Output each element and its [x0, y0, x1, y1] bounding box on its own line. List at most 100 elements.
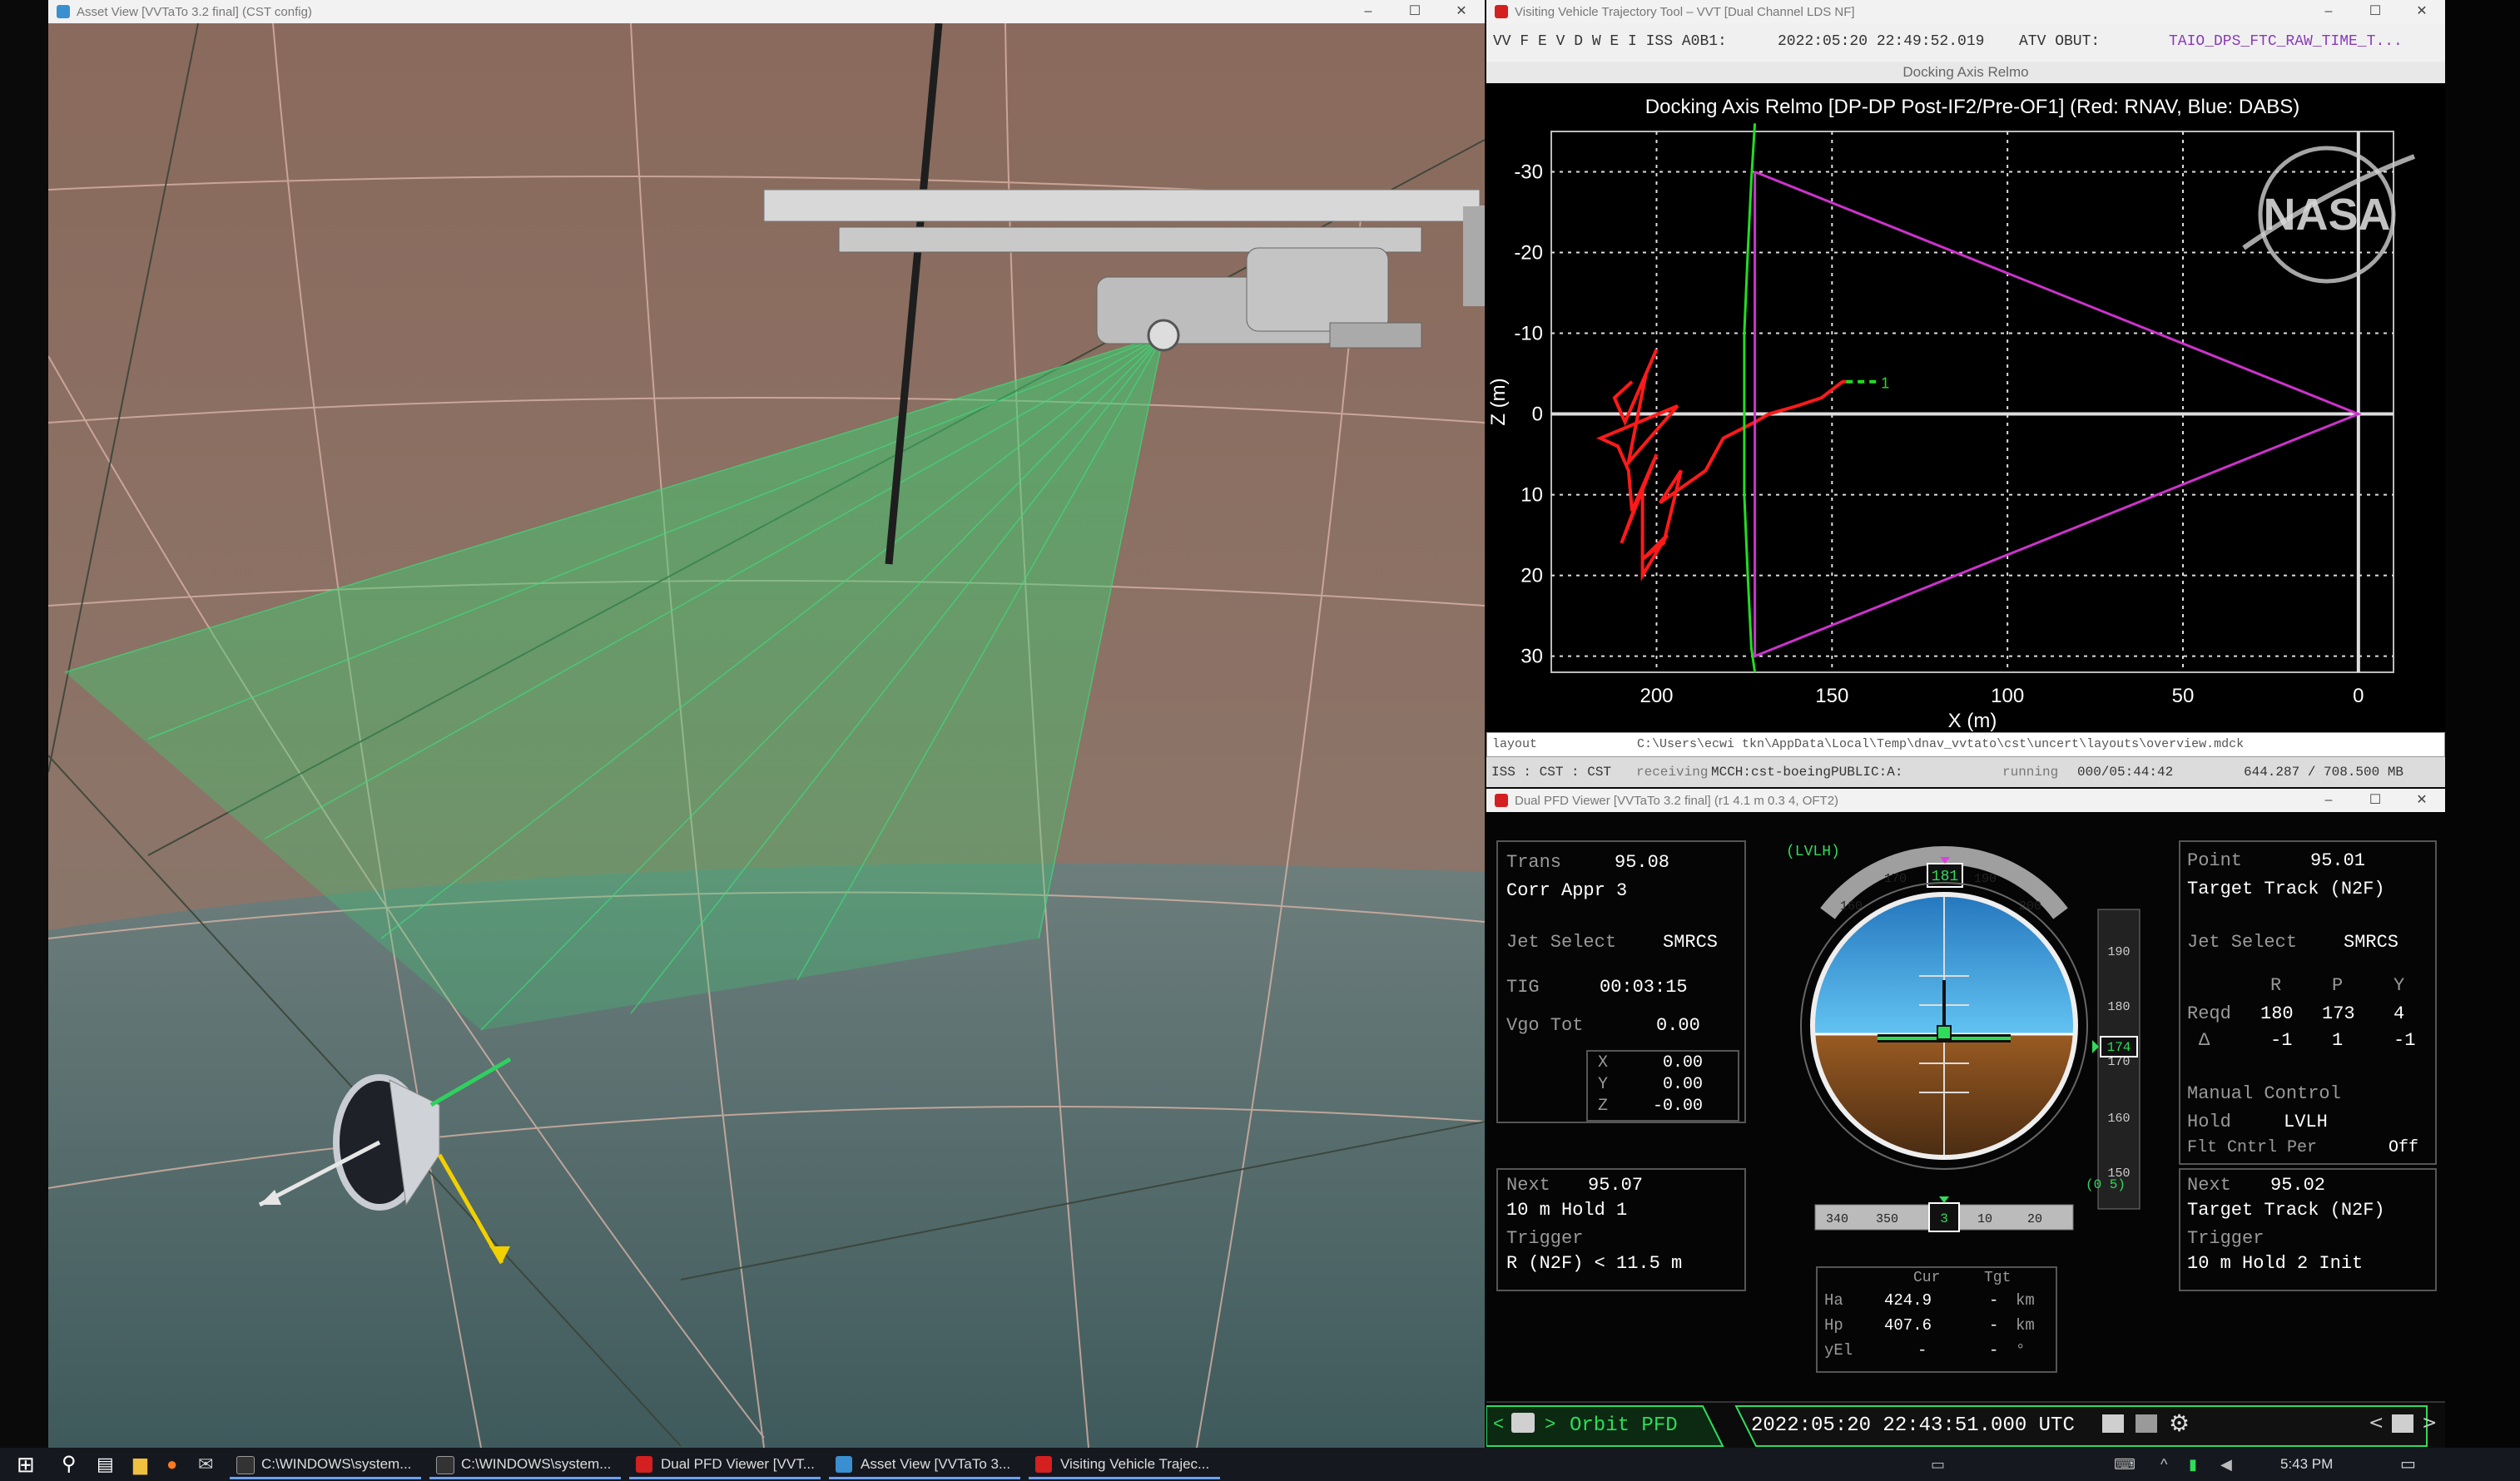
maximize-button[interactable]: ☐: [2352, 0, 2398, 23]
delta-r: -1: [2270, 1030, 2293, 1051]
y-tick-label: -10: [1514, 323, 1543, 345]
vv-toolbar-atv: ATV OBUT:: [2019, 33, 2101, 50]
trigger-value: R (N2F) < 11.5 m: [1506, 1253, 1683, 1274]
x-tick-label: 200: [1639, 685, 1673, 707]
orbit-params-panel: Cur Tgt Ha 424.9 - km Hp 407.6 - km yEl …: [1816, 1266, 2057, 1373]
minimize-button[interactable]: –: [1345, 0, 1391, 23]
mail-icon[interactable]: ✉: [198, 1448, 213, 1481]
pfd-left-top-panel: Trans 95.08 Corr Appr 3 Jet Select SMRCS…: [1496, 840, 1746, 1123]
y-label: Y: [1598, 1075, 1609, 1094]
next-name: 10 m Hold 1: [1506, 1200, 1628, 1221]
taskbar-item-label: Asset View [VVTaTo 3...: [861, 1456, 1011, 1472]
yel-unit: °: [2016, 1341, 2026, 1360]
search-icon[interactable]: ⚲: [62, 1448, 77, 1481]
y-axis-label: Z (m): [1487, 378, 1510, 425]
windows-taskbar: ⊞ ⚲ ▤ ▆ ● ✉ C:\WINDOWS\system... C:\WIND…: [0, 1448, 2520, 1481]
delta-y: -1: [2394, 1030, 2416, 1051]
tray-keyboard-icon[interactable]: ⌨: [2114, 1448, 2136, 1481]
cmd-icon: [236, 1456, 255, 1474]
tray-chevron-up-icon[interactable]: ^: [2160, 1448, 2167, 1481]
y-tick-label: 30: [1520, 646, 1543, 668]
taskbar-item-pfd[interactable]: Dual PFD Viewer [VVT...: [629, 1449, 821, 1479]
reqd-r: 180: [2260, 1003, 2294, 1024]
layout-path[interactable]: C:\Users\ecwi tkn\AppData\Local\Temp\dna…: [1637, 733, 2244, 756]
asset-view-window: Asset View [VVTaTo 3.2 final] (CST confi…: [48, 0, 1485, 1448]
yel-cur: -: [1917, 1341, 1927, 1360]
file-explorer-icon[interactable]: ▆: [133, 1448, 147, 1481]
minimize-button[interactable]: –: [2305, 789, 2352, 812]
firefox-icon[interactable]: ●: [166, 1448, 177, 1481]
hp-unit: km: [2016, 1316, 2035, 1335]
nasa-logo-text: NASA: [2263, 190, 2390, 240]
svg-text:340: 340: [1826, 1212, 1848, 1226]
status-running-label: running: [2002, 765, 2059, 780]
x-tick-label: 150: [1815, 685, 1848, 707]
docking-axis-chart: Docking Axis Relmo [DP-DP Post-IF2/Pre-O…: [1487, 96, 2416, 732]
right-next-value: 95.02: [2270, 1175, 2326, 1196]
close-button[interactable]: ✕: [1438, 0, 1485, 23]
x-value: 0.00: [1663, 1053, 1704, 1072]
svg-text:10: 10: [1977, 1212, 1992, 1226]
svg-text:190: 190: [1974, 872, 1997, 886]
pfd-window-icon[interactable]: [1511, 1413, 1535, 1433]
taskbar-item-vv[interactable]: Visiting Vehicle Trajec...: [1029, 1449, 1220, 1479]
pfd-window-title: Dual PFD Viewer [VVTaTo 3.2 final] (r1 4…: [1515, 793, 1839, 808]
back-arrow-icon[interactable]: <: [1493, 1414, 1504, 1435]
manual-control: Manual Control: [2187, 1083, 2341, 1104]
maximize-button[interactable]: ☐: [2352, 789, 2398, 812]
taskbar-item-asset[interactable]: Asset View [VVTaTo 3...: [829, 1449, 1020, 1479]
network-icon[interactable]: [2136, 1414, 2157, 1433]
vv-toolbar-left[interactable]: VV F E V D W E I ISS A0B1:: [1493, 33, 1727, 50]
tig-value: 00:03:15: [1600, 977, 1688, 998]
display-icon[interactable]: [2102, 1414, 2124, 1433]
taskbar-item-cmd-2[interactable]: C:\WINDOWS\system...: [429, 1449, 621, 1479]
chevron-right-icon[interactable]: >: [1545, 1414, 1555, 1435]
gear-icon[interactable]: ⚙: [2169, 1409, 2190, 1437]
vv-toolbar-right: TAIO_DPS_FTC_RAW_TIME_T...: [2169, 33, 2403, 50]
maximize-button[interactable]: ☐: [1391, 0, 1438, 23]
nav-left-icon[interactable]: <: [2369, 1413, 2384, 1434]
taskbar-item-cmd-1[interactable]: C:\WINDOWS\system...: [230, 1449, 421, 1479]
vv-titlebar[interactable]: Visiting Vehicle Trajectory Tool – VVT […: [1486, 0, 2445, 23]
x-tick-label: 0: [2353, 685, 2364, 707]
minimize-button[interactable]: –: [2305, 0, 2352, 23]
task-view-icon[interactable]: ▤: [97, 1448, 114, 1481]
adi-zero-label: (0 5): [2086, 1177, 2126, 1192]
y-tick-label: 0: [1532, 404, 1543, 426]
window-mode-icon[interactable]: [2392, 1414, 2413, 1433]
hp-tgt: -: [1989, 1316, 1999, 1335]
notification-icon[interactable]: ▭: [2400, 1448, 2416, 1481]
reqd-p: 173: [2322, 1003, 2355, 1024]
point-label: Point: [2187, 850, 2243, 871]
tray-signal-icon[interactable]: ▮: [2189, 1448, 2197, 1481]
cmd-icon: [436, 1456, 454, 1474]
svg-text:170: 170: [1884, 872, 1907, 886]
flt-ctrl-label: Flt Cntrl Per: [2187, 1138, 2318, 1157]
taskbar-item-label: Visiting Vehicle Trajec...: [1060, 1456, 1210, 1472]
pfd-bottom-bar: < > Orbit PFD 2022:05:20 22:43:51.000 UT…: [1486, 1401, 2445, 1448]
tray-speaker-icon[interactable]: ◀: [2220, 1448, 2232, 1481]
delta-p: 1: [2332, 1030, 2344, 1051]
close-button[interactable]: ✕: [2398, 0, 2445, 23]
right-next-label: Next: [2187, 1175, 2231, 1196]
asset-view-titlebar[interactable]: Asset View [VVTaTo 3.2 final] (CST confi…: [48, 0, 1485, 23]
close-button[interactable]: ✕: [2398, 789, 2445, 812]
reqd-label: Reqd: [2187, 1003, 2231, 1024]
windows-start-icon[interactable]: ⊞: [17, 1448, 35, 1481]
adi-lvlh-label: (LVLH): [1786, 844, 1840, 860]
docking-axis-plot: Docking Axis Relmo [DP-DP Post-IF2/Pre-O…: [1486, 83, 2445, 732]
trigger-label: Trigger: [1506, 1228, 1584, 1249]
tray-device-icon[interactable]: ▭: [1931, 1448, 1945, 1481]
yel-tgt: -: [1989, 1341, 1999, 1360]
taskbar-clock[interactable]: 5:43 PM: [2280, 1448, 2333, 1481]
vv-toolbar-time: 2022:05:20 22:49:52.019: [1778, 33, 1985, 50]
attitude-indicator: (LVLH) 160 170 190 200 181 190 180 170 1…: [1786, 844, 2141, 1232]
ha-tgt: -: [1989, 1291, 1999, 1310]
ha-unit: km: [2016, 1291, 2035, 1310]
nav-right-icon[interactable]: >: [2422, 1413, 2437, 1434]
pfd-titlebar[interactable]: Dual PFD Viewer [VVTaTo 3.2 final] (r1 4…: [1486, 789, 2445, 812]
orbit-pfd-tab[interactable]: Orbit PFD: [1570, 1414, 1678, 1437]
asset-3d-scene[interactable]: [48, 23, 1485, 1448]
trans-value: 95.08: [1615, 852, 1670, 873]
taskbar-item-label: C:\WINDOWS\system...: [261, 1456, 412, 1472]
